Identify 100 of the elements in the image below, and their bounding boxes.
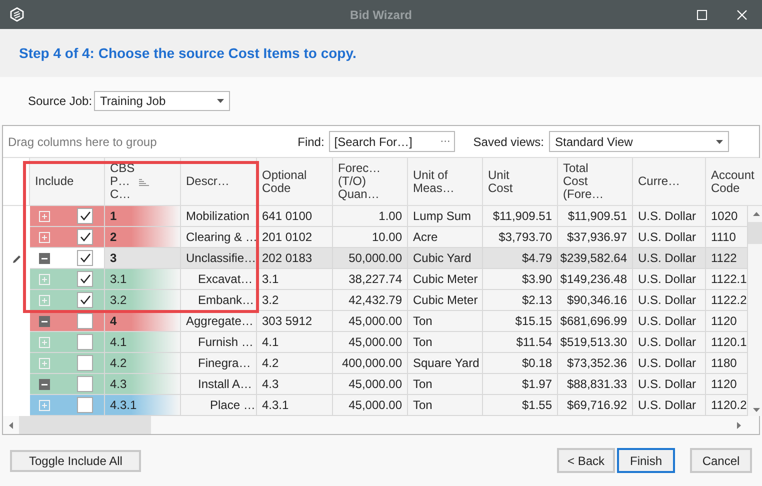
toggle-include-all-button[interactable]: Toggle Include All [10,450,142,472]
include-checkbox[interactable] [77,208,93,224]
table-cell: Ton [408,332,483,353]
table-cell: Aggregate… [181,311,257,332]
sort-icon [139,179,149,187]
expand-icon[interactable] [39,336,50,348]
table-cell: 1122 [706,248,748,269]
cbs-cell: 4.1 [105,332,181,353]
table-cell: 303 5912 [257,311,333,332]
dropdown-arrow-icon [716,140,723,144]
table-cell: Acre [408,227,483,248]
include-checkbox[interactable] [77,292,93,308]
include-checkbox[interactable] [77,376,93,392]
table-cell: 45,000.00 [333,311,408,332]
cancel-button[interactable]: Cancel [690,448,752,473]
column-header[interactable]: Unit of Meas… [408,158,483,206]
collapse-icon[interactable] [39,316,50,326]
column-header[interactable]: Total Cost (Fore… [558,158,633,206]
finish-button[interactable]: Finish [617,448,675,473]
table-cell: Excavat… [181,269,257,290]
scroll-left-icon[interactable] [9,422,13,428]
column-header[interactable]: Include [30,158,105,206]
table-cell: 45,000.00 [333,395,408,416]
table-cell: 4.3.1 [257,395,333,416]
table-cell: Lump Sum [408,206,483,227]
table-cell: 4.2 [257,353,333,374]
scroll-right-icon[interactable] [737,422,741,428]
saved-views-dropdown[interactable]: Standard View [549,131,729,152]
table-cell: 1120.2 [706,395,748,416]
table-row[interactable]: 4.3.1 Place … 4.3.1 45,000.00 Ton $1.55 $69,716.92 U.S. Dollar 1120.2 [3,395,748,416]
cbs-cell: 3 [105,248,181,269]
collapse-icon[interactable] [39,252,50,264]
include-checkbox[interactable] [77,355,93,371]
table-cell: U.S. Dollar [633,248,706,269]
table-cell: Clearing & … [181,227,257,248]
table-row[interactable]: 4.1 Furnish … 4.1 45,000.00 Ton $11.54 $519,513.30 U.S. Dollar 1120.1 [3,332,748,353]
find-options-button[interactable]: ··· [440,134,450,149]
include-checkbox[interactable] [77,229,93,245]
table-cell: Furnish … [181,332,257,353]
table-row[interactable]: 2 Clearing & … 201 0102 10.00 Acre $3,793.70 $37,936.97 U.S. Dollar 1110 [3,227,748,248]
include-checkbox[interactable] [77,250,93,266]
table-row[interactable]: 4.2 Finegra… 4.2 400,000.00 Square Yard $0.18 $73,352.36 U.S. Dollar 1180 [3,353,748,374]
table-row[interactable]: 3.2 Embank… 3.2 42,432.79 Cubic Meter $2.13 $90,346.16 U.S. Dollar 1122.2 [3,290,748,311]
expand-icon[interactable] [39,232,50,242]
horizontal-scrollbar[interactable] [3,416,759,434]
check-icon [80,295,90,305]
column-header[interactable]: Optional Code [257,158,333,206]
table-cell: U.S. Dollar [633,290,706,311]
table-cell: Ton [408,311,483,332]
table-row[interactable]: 4.3 Install A… 4.3 45,000.00 Ton $1.97 $88,831.33 U.S. Dollar 1120 [3,374,748,395]
column-header[interactable]: Unit Cost [483,158,558,206]
check-icon [80,232,90,242]
table-cell: Place … [181,395,257,416]
expand-icon[interactable] [39,358,50,368]
table-cell: $4.79 [483,248,558,269]
include-checkbox[interactable] [77,271,93,287]
table-cell: Cubic Yard [408,248,483,269]
table-row[interactable]: 3 Unclassifie… 202 0183 50,000.00 Cubic Yard $4.79 $239,582.64 U.S. Dollar 1122 [3,248,748,269]
column-header[interactable]: Forec… (T/O) Quan… [333,158,408,206]
scroll-down-icon[interactable] [753,408,760,412]
table-cell: 3.1 [257,269,333,290]
table-cell: Square Yard [408,353,483,374]
table-cell: $519,513.30 [558,332,633,353]
table-cell: 201 0102 [257,227,333,248]
table-cell: $681,696.99 [558,311,633,332]
table-cell: U.S. Dollar [633,395,706,416]
expand-icon[interactable] [39,400,50,410]
scroll-up-icon[interactable] [753,212,760,216]
column-header[interactable]: CBS P… C… [105,158,181,206]
table-cell: 38,227.74 [333,269,408,290]
table-cell: U.S. Dollar [633,311,706,332]
include-checkbox[interactable] [77,397,93,413]
include-checkbox[interactable] [77,334,93,350]
maximize-icon[interactable] [697,10,707,20]
expand-icon[interactable] [39,274,50,284]
back-button[interactable]: < Back [557,448,615,473]
cbs-cell: 4.3.1 [105,395,181,416]
table-row[interactable]: 4 Aggregate… 303 5912 45,000.00 Ton $15.15 $681,696.99 U.S. Dollar 1120 [3,311,748,332]
table-cell: $15.15 [483,311,558,332]
scroll-thumb[interactable] [748,222,762,244]
close-icon[interactable] [737,10,747,20]
table-cell: 1120.1 [706,332,748,353]
table-cell: 1110 [706,227,748,248]
expand-icon[interactable] [39,294,50,306]
scroll-thumb[interactable] [19,416,151,434]
table-row[interactable]: 3.1 Excavat… 3.1 38,227.74 Cubic Meter $3.90 $149,236.48 U.S. Dollar 1122.1 [3,269,748,290]
column-header[interactable]: Descr… [181,158,257,206]
table-cell: $73,352.36 [558,353,633,374]
source-job-dropdown[interactable]: Training Job [94,91,230,111]
table-row[interactable]: 1 Mobilization 641 0100 1.00 Lump Sum $11,909.51 $11,909.51 U.S. Dollar 1020 [3,206,748,227]
expand-icon[interactable] [39,210,50,222]
table-cell: 1180 [706,353,748,374]
collapse-icon[interactable] [39,378,50,390]
include-checkbox[interactable] [77,313,93,329]
vertical-scrollbar[interactable] [748,206,762,416]
column-header[interactable]: Curre… [633,158,706,206]
column-header[interactable]: Account Code [706,158,762,206]
table-cell: $88,831.33 [558,374,633,395]
table-cell: U.S. Dollar [633,332,706,353]
find-field[interactable]: [Search For…] ··· [329,131,456,152]
